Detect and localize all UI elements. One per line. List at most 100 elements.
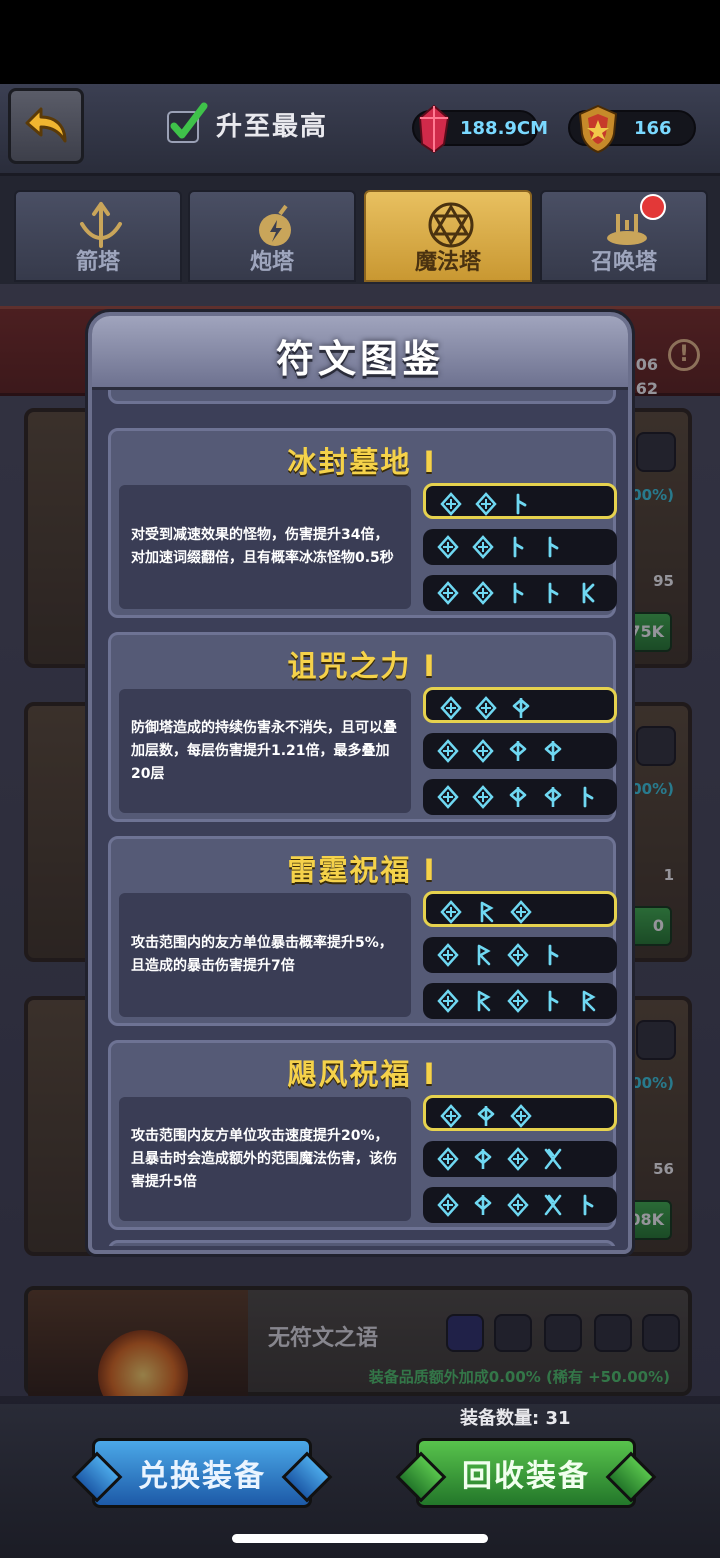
exchange-equipment-button[interactable]: 兑换装备 bbox=[92, 1438, 312, 1508]
rune-recipe-row bbox=[423, 575, 617, 611]
modal-title: 符文图鉴 bbox=[275, 337, 444, 381]
tab-label: 魔法塔 bbox=[414, 250, 481, 275]
diamond-rune-icon bbox=[437, 785, 459, 809]
tab-label: 箭塔 bbox=[75, 250, 120, 275]
runeword-card: 飓风祝福 I 攻击范围内友方单位攻击速度提升20%，且暴击时会造成额外的范围魔法… bbox=[108, 1040, 617, 1230]
runeword-card: 雷霆祝福 I 攻击范围内的友方单位暴击概率提升5%，且造成的暴击伤害提升7倍 bbox=[108, 836, 617, 1026]
diamond-rune-icon bbox=[472, 785, 494, 809]
desc-box: 攻击范围内友方单位攻击速度提升20%，且暴击时会造成额外的范围魔法伤害，该伤害提… bbox=[119, 1097, 411, 1221]
diamond-rune-icon bbox=[437, 535, 459, 559]
r-rune-icon bbox=[577, 989, 599, 1013]
rune-recipe-row bbox=[423, 983, 617, 1019]
diamond-rune-icon bbox=[437, 1147, 459, 1171]
runeword-desc: 攻击范围内的友方单位暴击概率提升5%，且造成的暴击伤害提升7倍 bbox=[131, 935, 393, 974]
r-rune-icon bbox=[472, 943, 494, 967]
arrow-rune-icon bbox=[510, 696, 532, 720]
hexagram-icon bbox=[428, 202, 474, 248]
recycle-equipment-button[interactable]: 回收装备 bbox=[416, 1438, 636, 1508]
rune-recipe-row bbox=[423, 687, 617, 723]
back-arrow-icon bbox=[25, 107, 67, 143]
check-icon[interactable] bbox=[164, 102, 208, 146]
shield-counter: 166 bbox=[568, 104, 696, 154]
shield-emblem-icon bbox=[578, 104, 618, 154]
desc-box: 对受到减速效果的怪物，伤害提升34倍，对加速词缀翻倍，且有概率冰冻怪物0.5秒 bbox=[119, 485, 411, 609]
recycle-label: 回收装备 bbox=[462, 1459, 590, 1494]
runeword-list[interactable]: 冰封墓地 I 对受到减速效果的怪物，伤害提升34倍，对加速词缀翻倍，且有概率冰冻… bbox=[102, 390, 618, 1246]
diamond-rune-icon bbox=[510, 900, 532, 924]
arrow-rune-icon bbox=[507, 785, 529, 809]
modal-header: 符文图鉴 bbox=[92, 316, 628, 390]
diamond-rune-icon bbox=[507, 943, 529, 967]
top-bar: 升至最高 188.9CM 166 bbox=[0, 84, 720, 176]
rune-recipe-row bbox=[423, 937, 617, 973]
arrow-tower-icon bbox=[80, 202, 122, 248]
diamond-rune-icon bbox=[437, 943, 459, 967]
tab-cannon-tower[interactable]: 炮塔 bbox=[188, 190, 356, 282]
runeword-card-partial bbox=[108, 1240, 616, 1246]
tab-summon-tower[interactable]: 召唤塔 bbox=[540, 190, 708, 282]
runeword-title: 飓风祝福 I bbox=[287, 1057, 437, 1091]
ruby-gem-icon bbox=[418, 104, 450, 154]
tab-label: 炮塔 bbox=[249, 250, 294, 275]
diamond-rune-icon bbox=[510, 1104, 532, 1128]
desc-box: 攻击范围内的友方单位暴击概率提升5%，且造成的暴击伤害提升7倍 bbox=[119, 893, 411, 1017]
rune-recipe-row bbox=[423, 1095, 617, 1131]
gem-value: 188.9CM bbox=[460, 117, 549, 139]
diamond-rune-icon bbox=[507, 1193, 529, 1217]
diamond-rune-icon bbox=[507, 989, 529, 1013]
diamond-rune-icon bbox=[475, 492, 497, 516]
arrow-rune-icon bbox=[542, 739, 564, 763]
tab-label: 召唤塔 bbox=[590, 250, 657, 275]
max-level-toggle[interactable]: 升至最高 bbox=[164, 102, 328, 146]
rune-recipe-row bbox=[423, 891, 617, 927]
x-rune-icon bbox=[542, 1147, 564, 1171]
diamond-rune-icon bbox=[440, 900, 462, 924]
rune-recipe-row bbox=[423, 779, 617, 815]
branch-rune-icon bbox=[507, 581, 529, 605]
status-bar bbox=[0, 0, 720, 84]
max-level-label: 升至最高 bbox=[216, 111, 329, 142]
home-indicator[interactable] bbox=[232, 1534, 488, 1543]
desc-box: 防御塔造成的持续伤害永不消失，且可以叠加层数，每层伤害提升1.21倍，最多叠加2… bbox=[119, 689, 411, 813]
back-button[interactable] bbox=[8, 88, 84, 164]
diamond-rune-icon bbox=[437, 1193, 459, 1217]
r-rune-icon bbox=[472, 989, 494, 1013]
branch-rune-icon bbox=[542, 581, 564, 605]
diamond-rune-icon bbox=[472, 581, 494, 605]
r-rune-icon bbox=[475, 900, 497, 924]
tab-arrow-tower[interactable]: 箭塔 bbox=[14, 190, 182, 282]
branch-rune-icon bbox=[542, 989, 564, 1013]
arrow-rune-icon bbox=[542, 785, 564, 809]
diamond-rune-icon bbox=[437, 989, 459, 1013]
equipment-count: 装备数量: 31 bbox=[460, 1408, 571, 1429]
arrow-rune-icon bbox=[507, 739, 529, 763]
diamond-rune-icon bbox=[440, 696, 462, 720]
branch-rune-icon bbox=[542, 535, 564, 559]
diamond-rune-icon bbox=[437, 739, 459, 763]
branch-rune-icon bbox=[577, 785, 599, 809]
tower-tabs: 箭塔 炮塔 魔法塔 召唤塔 bbox=[0, 176, 720, 284]
notification-badge bbox=[640, 194, 666, 220]
rune-codex-modal: 符文图鉴 冰封墓地 I 对受到减速效果的怪物，伤害提升34倍，对加速词缀翻倍，且… bbox=[88, 312, 632, 1254]
arrow-rune-icon bbox=[472, 1147, 494, 1171]
diamond-rune-icon bbox=[440, 1104, 462, 1128]
diamond-rune-icon bbox=[472, 535, 494, 559]
rune-recipe-row bbox=[423, 733, 617, 769]
runeword-desc: 攻击范围内友方单位攻击速度提升20%，且暴击时会造成额外的范围魔法伤害，该伤害提… bbox=[131, 1127, 397, 1190]
rune-recipe-row bbox=[423, 1187, 617, 1223]
tab-magic-tower[interactable]: 魔法塔 bbox=[364, 190, 532, 282]
branch-rune-icon bbox=[542, 943, 564, 967]
diamond-rune-icon bbox=[472, 739, 494, 763]
arrow-rune-icon bbox=[475, 1104, 497, 1128]
shield-value: 166 bbox=[634, 117, 672, 139]
runeword-title: 冰封墓地 I bbox=[287, 445, 437, 479]
rune-recipe-row bbox=[423, 1141, 617, 1177]
rune-recipe-row bbox=[423, 529, 617, 565]
arrow-rune-icon bbox=[472, 1193, 494, 1217]
runeword-card: 诅咒之力 I 防御塔造成的持续伤害永不消失，且可以叠加层数，每层伤害提升1.21… bbox=[108, 632, 617, 822]
bomb-icon bbox=[259, 204, 291, 246]
runeword-card-partial bbox=[108, 390, 616, 404]
branch-rune-icon bbox=[510, 492, 532, 516]
gem-counter: 188.9CM bbox=[412, 104, 548, 154]
x-rune-icon bbox=[542, 1193, 564, 1217]
